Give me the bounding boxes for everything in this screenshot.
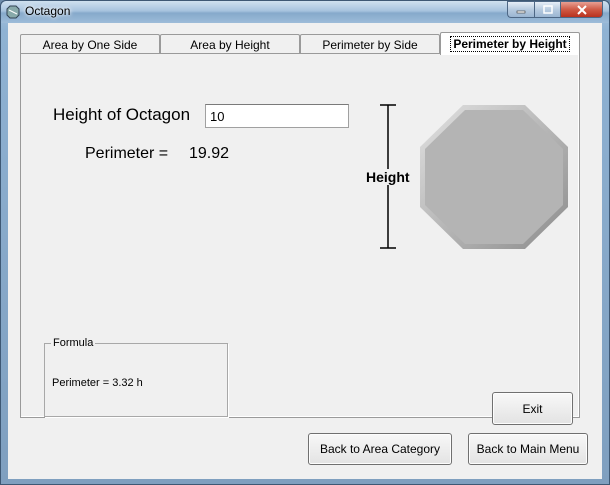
tab-label: Area by One Side [42, 37, 138, 52]
title-bar[interactable]: Octagon [1, 1, 609, 23]
perimeter-value: 19.92 [189, 145, 230, 162]
height-dimension-label: Height [364, 169, 412, 185]
height-label: Height of Octagon [53, 105, 191, 124]
tab-perimeter-by-side[interactable]: Perimeter by Side [300, 34, 440, 54]
tab-perimeter-by-height[interactable]: Perimeter by Height [440, 32, 580, 55]
back-to-main-menu-button[interactable]: Back to Main Menu [468, 433, 588, 465]
window-title: Octagon [25, 4, 71, 18]
tab-area-by-one-side[interactable]: Area by One Side [20, 34, 160, 54]
formula-legend: Formula [51, 337, 96, 349]
minimize-icon [516, 10, 526, 13]
close-icon [576, 4, 587, 15]
tab-label: Area by Height [190, 37, 270, 52]
tab-panel: Height of Octagon Perimeter = 19.92 Heig… [20, 53, 580, 425]
client-area: Area by One Side Area by Height Perimete… [8, 23, 602, 479]
maximize-button[interactable] [534, 1, 560, 18]
close-button[interactable] [560, 1, 603, 18]
exit-button[interactable]: Exit [492, 392, 573, 425]
tab-label: Perimeter by Side [322, 37, 418, 52]
perimeter-label: Perimeter = [85, 145, 169, 162]
formula-text: Perimeter = 3.32 h [52, 377, 143, 389]
tab-label: Perimeter by Height [450, 36, 570, 52]
tab-area-by-height[interactable]: Area by Height [160, 34, 300, 54]
minimize-button[interactable] [507, 1, 534, 18]
height-input[interactable] [205, 104, 349, 128]
app-window: Octagon Area by One Side Area by Height … [0, 0, 610, 485]
octagon-shape [420, 105, 568, 249]
maximize-icon [542, 5, 553, 14]
back-to-area-category-button[interactable]: Back to Area Category [308, 433, 452, 465]
octagon-app-icon [6, 5, 20, 19]
